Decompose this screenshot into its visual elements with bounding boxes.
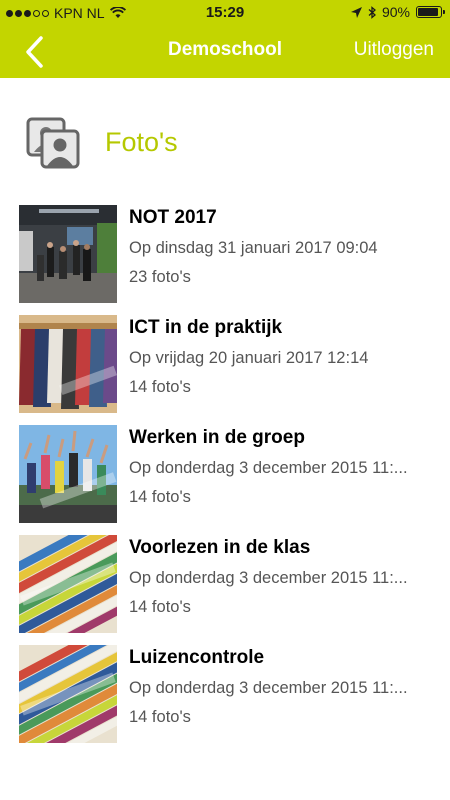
location-arrow-icon (350, 6, 362, 18)
album-info: NOT 2017 Op dinsdag 31 januari 2017 09:0… (129, 205, 435, 303)
album-thumbnail (19, 425, 117, 523)
album-title: ICT in de praktijk (129, 317, 283, 338)
album-photo-count: 23 foto's (129, 268, 191, 286)
album-list-item[interactable]: Voorlezen in de klas Op donderdag 3 dece… (19, 535, 439, 633)
album-date: Op donderdag 3 december 2015 11:... (129, 569, 408, 587)
album-title: NOT 2017 (129, 207, 217, 228)
status-bar: KPN NL 15:29 90% (0, 0, 450, 26)
bluetooth-icon (368, 5, 376, 19)
album-info: ICT in de praktijk Op vrijdag 20 januari… (129, 315, 435, 413)
album-photo-count: 14 foto's (129, 378, 191, 396)
album-photo-count: 14 foto's (129, 708, 191, 726)
album-title: Luizencontrole (129, 647, 265, 668)
album-photo-count: 14 foto's (129, 488, 191, 506)
section-header: Foto's (25, 112, 178, 172)
album-list-item[interactable]: Werken in de groep Op donderdag 3 decemb… (19, 425, 439, 523)
battery-level (418, 8, 438, 16)
album-info: Luizencontrole Op donderdag 3 december 2… (129, 645, 435, 743)
album-title: Voorlezen in de klas (129, 537, 311, 558)
battery-icon (416, 6, 445, 18)
album-list-item[interactable]: Luizencontrole Op donderdag 3 december 2… (19, 645, 439, 743)
status-right: 90% (350, 4, 445, 20)
album-list-item[interactable]: ICT in de praktijk Op vrijdag 20 januari… (19, 315, 439, 413)
album-date: Op donderdag 3 december 2015 11:... (129, 459, 408, 477)
album-thumbnail (19, 205, 117, 303)
album-date: Op vrijdag 20 januari 2017 12:14 (129, 349, 369, 367)
section-title: Foto's (105, 126, 178, 157)
top-bar: KPN NL 15:29 90% Demoschool Uitloggen (0, 0, 450, 78)
album-date: Op dinsdag 31 januari 2017 09:04 (129, 239, 378, 257)
album-thumbnail (19, 645, 117, 743)
album-info: Voorlezen in de klas Op donderdag 3 dece… (129, 535, 435, 633)
album-date: Op donderdag 3 december 2015 11:... (129, 679, 408, 697)
nav-bar: Demoschool Uitloggen (0, 26, 450, 78)
logout-button[interactable]: Uitloggen (354, 39, 434, 61)
album-thumbnail (19, 535, 117, 633)
photo-album-icon (26, 117, 80, 169)
album-thumbnail (19, 315, 117, 413)
battery-percent: 90% (381, 4, 410, 20)
album-list-item[interactable]: NOT 2017 Op dinsdag 31 januari 2017 09:0… (19, 205, 439, 303)
album-title: Werken in de groep (129, 427, 305, 448)
album-photo-count: 14 foto's (129, 598, 191, 616)
album-info: Werken in de groep Op donderdag 3 decemb… (129, 425, 435, 523)
